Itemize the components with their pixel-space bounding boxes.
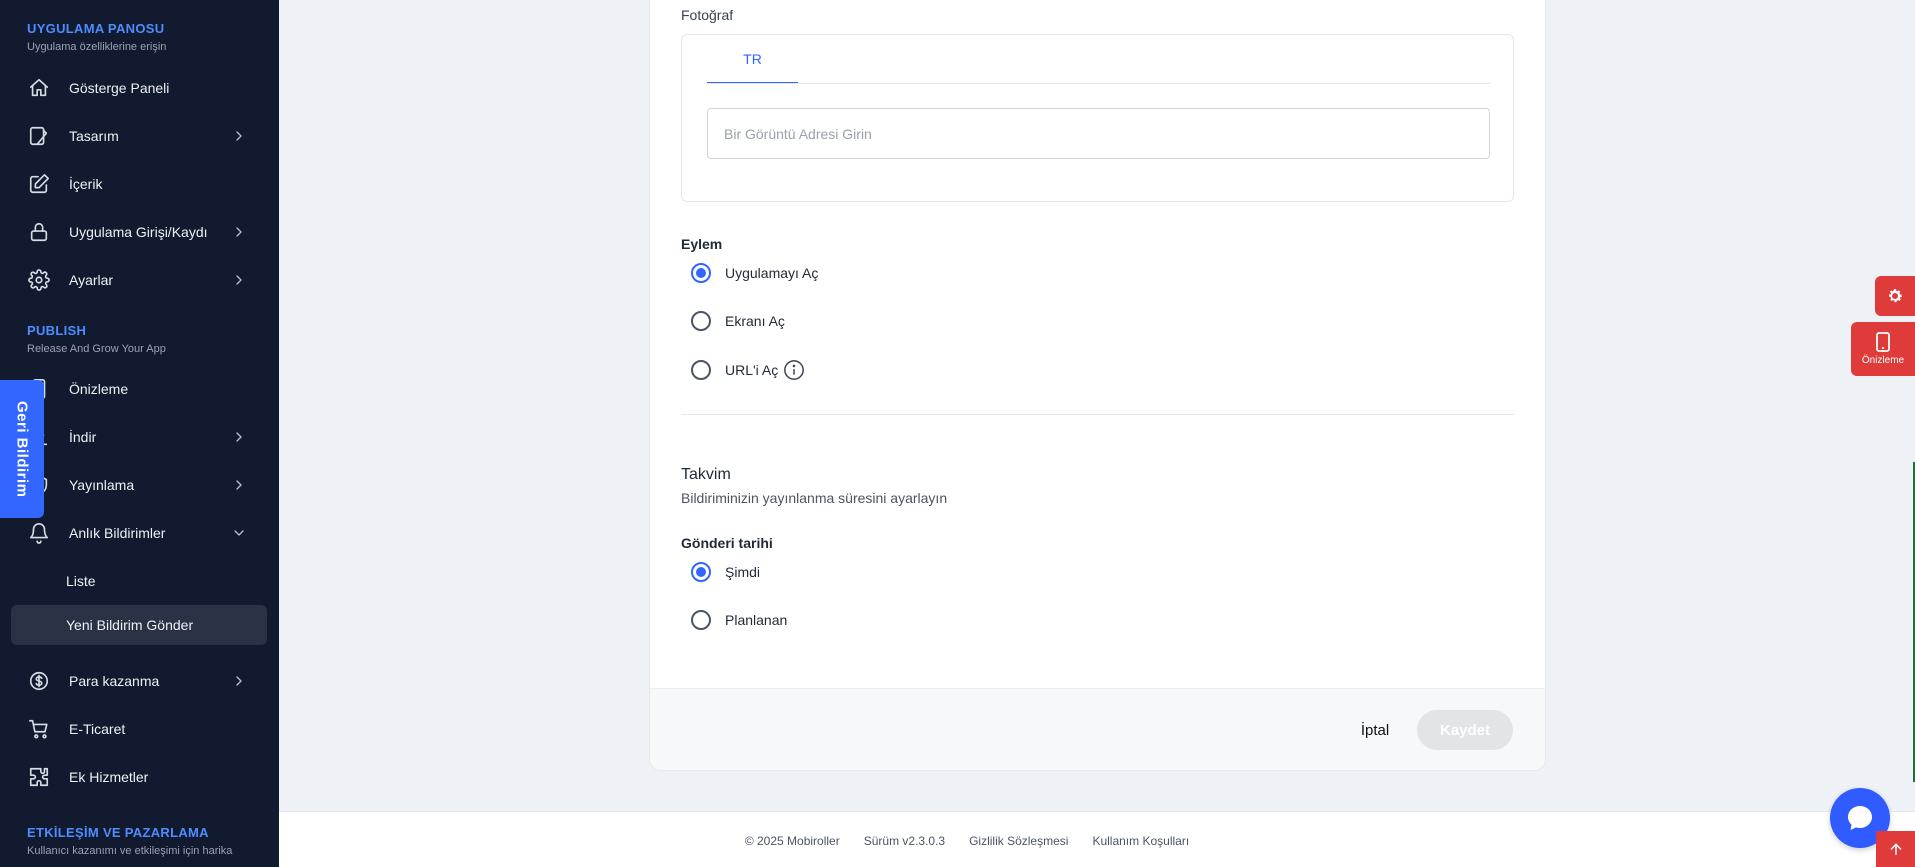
gear-icon (1886, 287, 1904, 305)
save-button[interactable]: Kaydet (1417, 710, 1513, 750)
sidebar-item-label: Ek Hizmetler (69, 769, 149, 785)
radio-send-now[interactable]: Şimdi (691, 562, 760, 582)
section-subtitle-publish: Release And Grow Your App (27, 343, 166, 355)
floating-settings-button[interactable] (1875, 276, 1915, 316)
sidebar-item-label: Tasarım (69, 128, 119, 144)
sidebar-item-label: Para kazanma (69, 673, 160, 689)
radio-open-url[interactable]: URL'i Aç (691, 359, 805, 381)
chevron-right-icon (231, 477, 247, 493)
sidebar-item-monetization[interactable]: Para kazanma (0, 661, 279, 701)
chat-bubble-icon (1844, 802, 1876, 834)
edit-icon (27, 172, 51, 196)
chevron-right-icon (231, 272, 247, 288)
sidebar-subitem-new-notification[interactable]: Yeni Bildirim Gönder (66, 617, 193, 633)
sidebar-item-content[interactable]: İçerik (0, 164, 279, 204)
footer-privacy-link[interactable]: Gizlilik Sözleşmesi (969, 834, 1068, 848)
schedule-description: Bildiriminizin yayınlanma süresini ayarl… (681, 490, 948, 506)
card-footer: İptal Kaydet (650, 688, 1545, 770)
radio-button[interactable] (691, 610, 711, 630)
radio-label: Ekranı Aç (725, 313, 785, 329)
chevron-right-icon (231, 224, 247, 240)
footer-terms-link[interactable]: Kullanım Koşulları (1092, 834, 1189, 848)
chevron-down-icon (231, 525, 247, 541)
bell-icon (27, 521, 51, 545)
sidebar-item-design[interactable]: Tasarım (0, 116, 279, 156)
phone-icon (1875, 332, 1891, 352)
notification-form-card: Fotoğraf TR Eylem Uygulamayı Aç Ekranı A… (649, 0, 1546, 771)
radio-button[interactable] (691, 360, 711, 380)
footer-links: © 2025 Mobiroller Sürüm v2.3.0.3 Gizlili… (279, 834, 1655, 848)
sidebar-item-label: İçerik (69, 176, 103, 192)
sidebar-item-push-notifications[interactable]: Anlık Bildirimler (0, 513, 279, 553)
radio-label: Planlanan (725, 612, 788, 628)
lock-icon (27, 220, 51, 244)
chevron-right-icon (231, 673, 247, 689)
sidebar-item-dashboard[interactable]: Gösterge Paneli (0, 68, 279, 108)
sidebar-item-label: Uygulama Girişi/Kaydı (69, 224, 208, 240)
arrow-up-icon (1888, 841, 1904, 857)
feedback-tab[interactable]: Geri Bildirim (0, 380, 44, 518)
radio-label: Şimdi (725, 564, 761, 580)
section-subtitle-dashboard: Uygulama özelliklerine erişin (27, 41, 167, 53)
radio-open-screen[interactable]: Ekranı Aç (691, 311, 785, 331)
section-divider (681, 414, 1514, 415)
section-subtitle-engagement: Kullanıcı kazanımı ve etkileşimi için ha… (27, 845, 233, 857)
sidebar-item-label: Yayınlama (69, 477, 135, 493)
sidebar-item-extra-services[interactable]: Ek Hizmetler (0, 757, 279, 797)
chevron-right-icon (231, 429, 247, 445)
section-title-dashboard: UYGULAMA PANOSU (27, 21, 165, 36)
design-icon (27, 124, 51, 148)
image-url-input[interactable] (707, 108, 1490, 159)
radio-button-selected[interactable] (691, 562, 711, 582)
radio-label: URL'i Aç (725, 362, 779, 378)
section-title-publish: PUBLISH (27, 323, 87, 338)
radio-button-selected[interactable] (691, 263, 711, 283)
photo-label: Fotoğraf (681, 7, 734, 23)
sidebar-item-label: İndir (69, 429, 97, 445)
section-title-engagement: ETKİLEŞİM VE PAZARLAMA (27, 825, 209, 840)
radio-open-app[interactable]: Uygulamayı Aç (691, 263, 818, 283)
sidebar-item-label: Anlık Bildirimler (69, 525, 166, 541)
scroll-top-button[interactable] (1876, 831, 1915, 867)
sidebar-item-ecommerce[interactable]: E-Ticaret (0, 709, 279, 749)
sidebar-subitem-list[interactable]: Liste (66, 573, 96, 589)
radio-label: Uygulamayı Aç (725, 265, 819, 281)
radio-button[interactable] (691, 311, 711, 331)
radio-send-scheduled[interactable]: Planlanan (691, 610, 787, 630)
gear-icon (27, 268, 51, 292)
schedule-title: Takvim (681, 466, 731, 483)
sidebar-item-label: E-Ticaret (69, 721, 126, 737)
cart-icon (27, 717, 51, 741)
floating-preview-button[interactable]: Önizleme (1851, 322, 1915, 376)
photo-box: TR (681, 34, 1514, 202)
footer-version: Sürüm v2.3.0.3 (863, 834, 946, 848)
dollar-icon (27, 669, 51, 693)
action-label: Eylem (681, 236, 723, 252)
chevron-right-icon (231, 128, 247, 144)
sidebar-item-settings[interactable]: Ayarlar (0, 260, 279, 300)
footer-copyright: © 2025 Mobiroller (744, 834, 840, 848)
sidebar-item-label: Önizleme (69, 381, 129, 397)
home-icon (27, 76, 51, 100)
page-footer: © 2025 Mobiroller Sürüm v2.3.0.3 Gizlili… (279, 811, 1915, 867)
cancel-button[interactable]: İptal (1347, 710, 1403, 750)
tab-divider (707, 83, 1490, 84)
info-icon[interactable] (783, 359, 805, 381)
tab-lang-tr[interactable]: TR (707, 35, 798, 84)
feedback-label: Geri Bildirim (13, 400, 31, 498)
sidebar-item-label: Gösterge Paneli (69, 80, 170, 96)
send-date-label: Gönderi tarihi (681, 535, 773, 551)
puzzle-icon (27, 765, 51, 789)
sidebar-item-login[interactable]: Uygulama Girişi/Kaydı (0, 212, 279, 252)
preview-label: Önizleme (1861, 355, 1905, 366)
sidebar-item-label: Ayarlar (69, 272, 114, 288)
